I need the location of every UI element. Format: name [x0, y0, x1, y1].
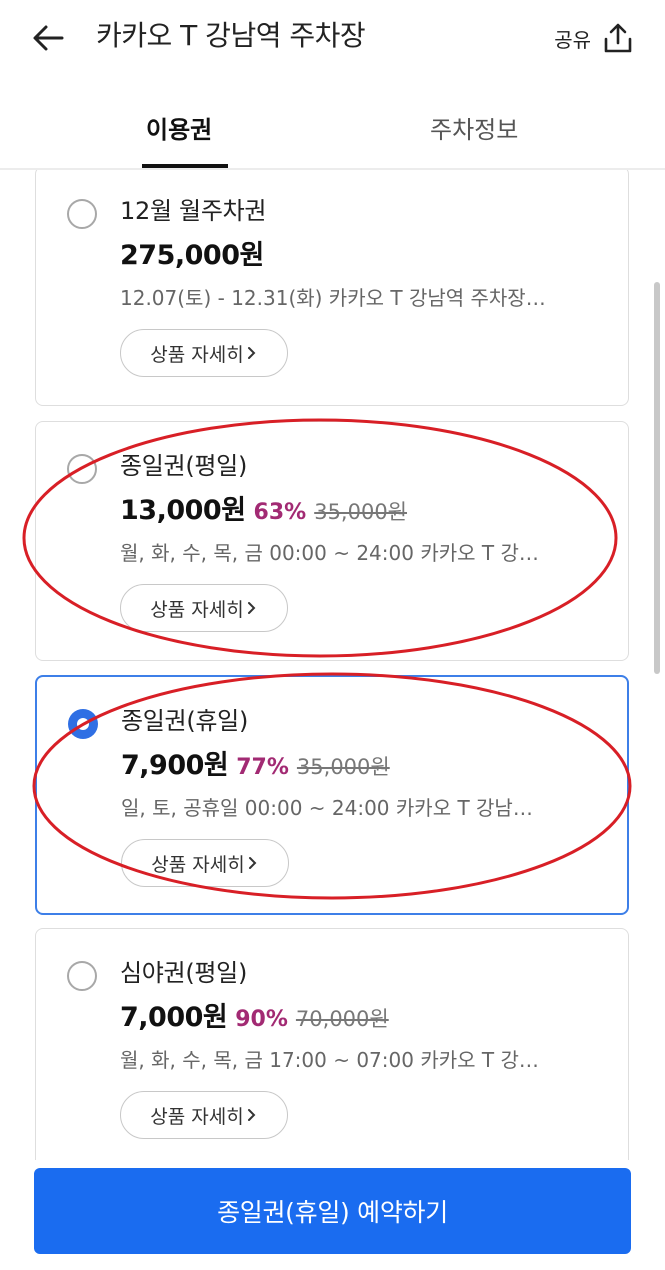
ticket-name: 12월 월주차권 [120, 197, 267, 225]
ticket-name: 종일권(휴일) [121, 707, 249, 735]
tab-bar: 이용권 주차정보 [0, 100, 665, 170]
discount-rate: 63% [253, 500, 307, 525]
back-arrow-icon [33, 25, 64, 51]
original-price: 70,000원 [295, 1007, 389, 1031]
price-row: 7,900원 77% 35,000원 [121, 743, 390, 782]
ticket-description: 월, 화, 수, 목, 금 00:00 ~ 24:00 카카오 T 강… [120, 541, 539, 565]
detail-label: 상품 자세히 [150, 343, 244, 366]
radio-icon[interactable] [68, 709, 98, 739]
detail-label: 상품 자세히 [150, 598, 244, 621]
page-title: 카카오 T 강남역 주차장 [96, 19, 366, 52]
share-button[interactable]: 공유 [554, 18, 635, 58]
original-price: 35,000원 [296, 755, 390, 779]
radio-icon[interactable] [67, 199, 97, 229]
tab-parking-info[interactable]: 주차정보 [430, 112, 518, 148]
detail-label: 상품 자세히 [151, 853, 245, 876]
ticket-description: 12.07(토) - 12.31(화) 카카오 T 강남역 주차장… [120, 286, 546, 310]
product-detail-button[interactable]: 상품 자세히 [120, 584, 288, 632]
ticket-card[interactable]: 12월 월주차권 275,000원 12.07(토) - 12.31(화) 카카… [35, 170, 629, 406]
ticket-price: 275,000원 [120, 240, 264, 271]
ticket-name: 종일권(평일) [120, 452, 248, 480]
price-row: 7,000원 90% 70,000원 [120, 995, 389, 1034]
ticket-description: 일, 토, 공휴일 00:00 ~ 24:00 카카오 T 강남… [121, 796, 533, 820]
chevron-right-icon [247, 1109, 256, 1121]
tab-ticket[interactable]: 이용권 [146, 112, 212, 148]
chevron-right-icon [248, 857, 257, 869]
ticket-description: 월, 화, 수, 목, 금 17:00 ~ 07:00 카카오 T 강… [120, 1048, 539, 1072]
price-row: 275,000원 [120, 233, 264, 272]
app-header: 카카오 T 강남역 주차장 공유 [0, 0, 665, 80]
ticket-price: 13,000원 [120, 495, 246, 526]
ticket-card[interactable]: 심야권(평일) 7,000원 90% 70,000원 월, 화, 수, 목, 금… [35, 928, 629, 1160]
ticket-card[interactable]: 종일권(평일) 13,000원 63% 35,000원 월, 화, 수, 목, … [35, 421, 629, 661]
scrollbar[interactable] [654, 282, 660, 674]
reserve-button[interactable]: 종일권(휴일) 예약하기 [34, 1168, 631, 1254]
ticket-name: 심야권(평일) [120, 959, 248, 987]
radio-icon[interactable] [67, 961, 97, 991]
chevron-right-icon [247, 602, 256, 614]
share-label: 공유 [554, 27, 591, 52]
product-detail-button[interactable]: 상품 자세히 [120, 1091, 288, 1139]
back-button[interactable] [28, 20, 68, 56]
radio-icon[interactable] [67, 454, 97, 484]
ticket-list[interactable]: 12월 월주차권 275,000원 12.07(토) - 12.31(화) 카카… [0, 170, 665, 1160]
discount-rate: 77% [236, 755, 289, 780]
active-tab-indicator [142, 164, 228, 168]
ticket-price: 7,000원 [120, 1002, 228, 1033]
ticket-card-selected[interactable]: 종일권(휴일) 7,900원 77% 35,000원 일, 토, 공휴일 00:… [35, 675, 629, 915]
discount-rate: 90% [235, 1007, 288, 1032]
price-row: 13,000원 63% 35,000원 [120, 488, 407, 527]
original-price: 35,000원 [314, 500, 408, 524]
share-icon [604, 23, 632, 53]
detail-label: 상품 자세히 [150, 1105, 244, 1128]
product-detail-button[interactable]: 상품 자세히 [120, 329, 288, 377]
product-detail-button[interactable]: 상품 자세히 [121, 839, 289, 887]
ticket-price: 7,900원 [121, 750, 229, 781]
chevron-right-icon [247, 347, 256, 359]
